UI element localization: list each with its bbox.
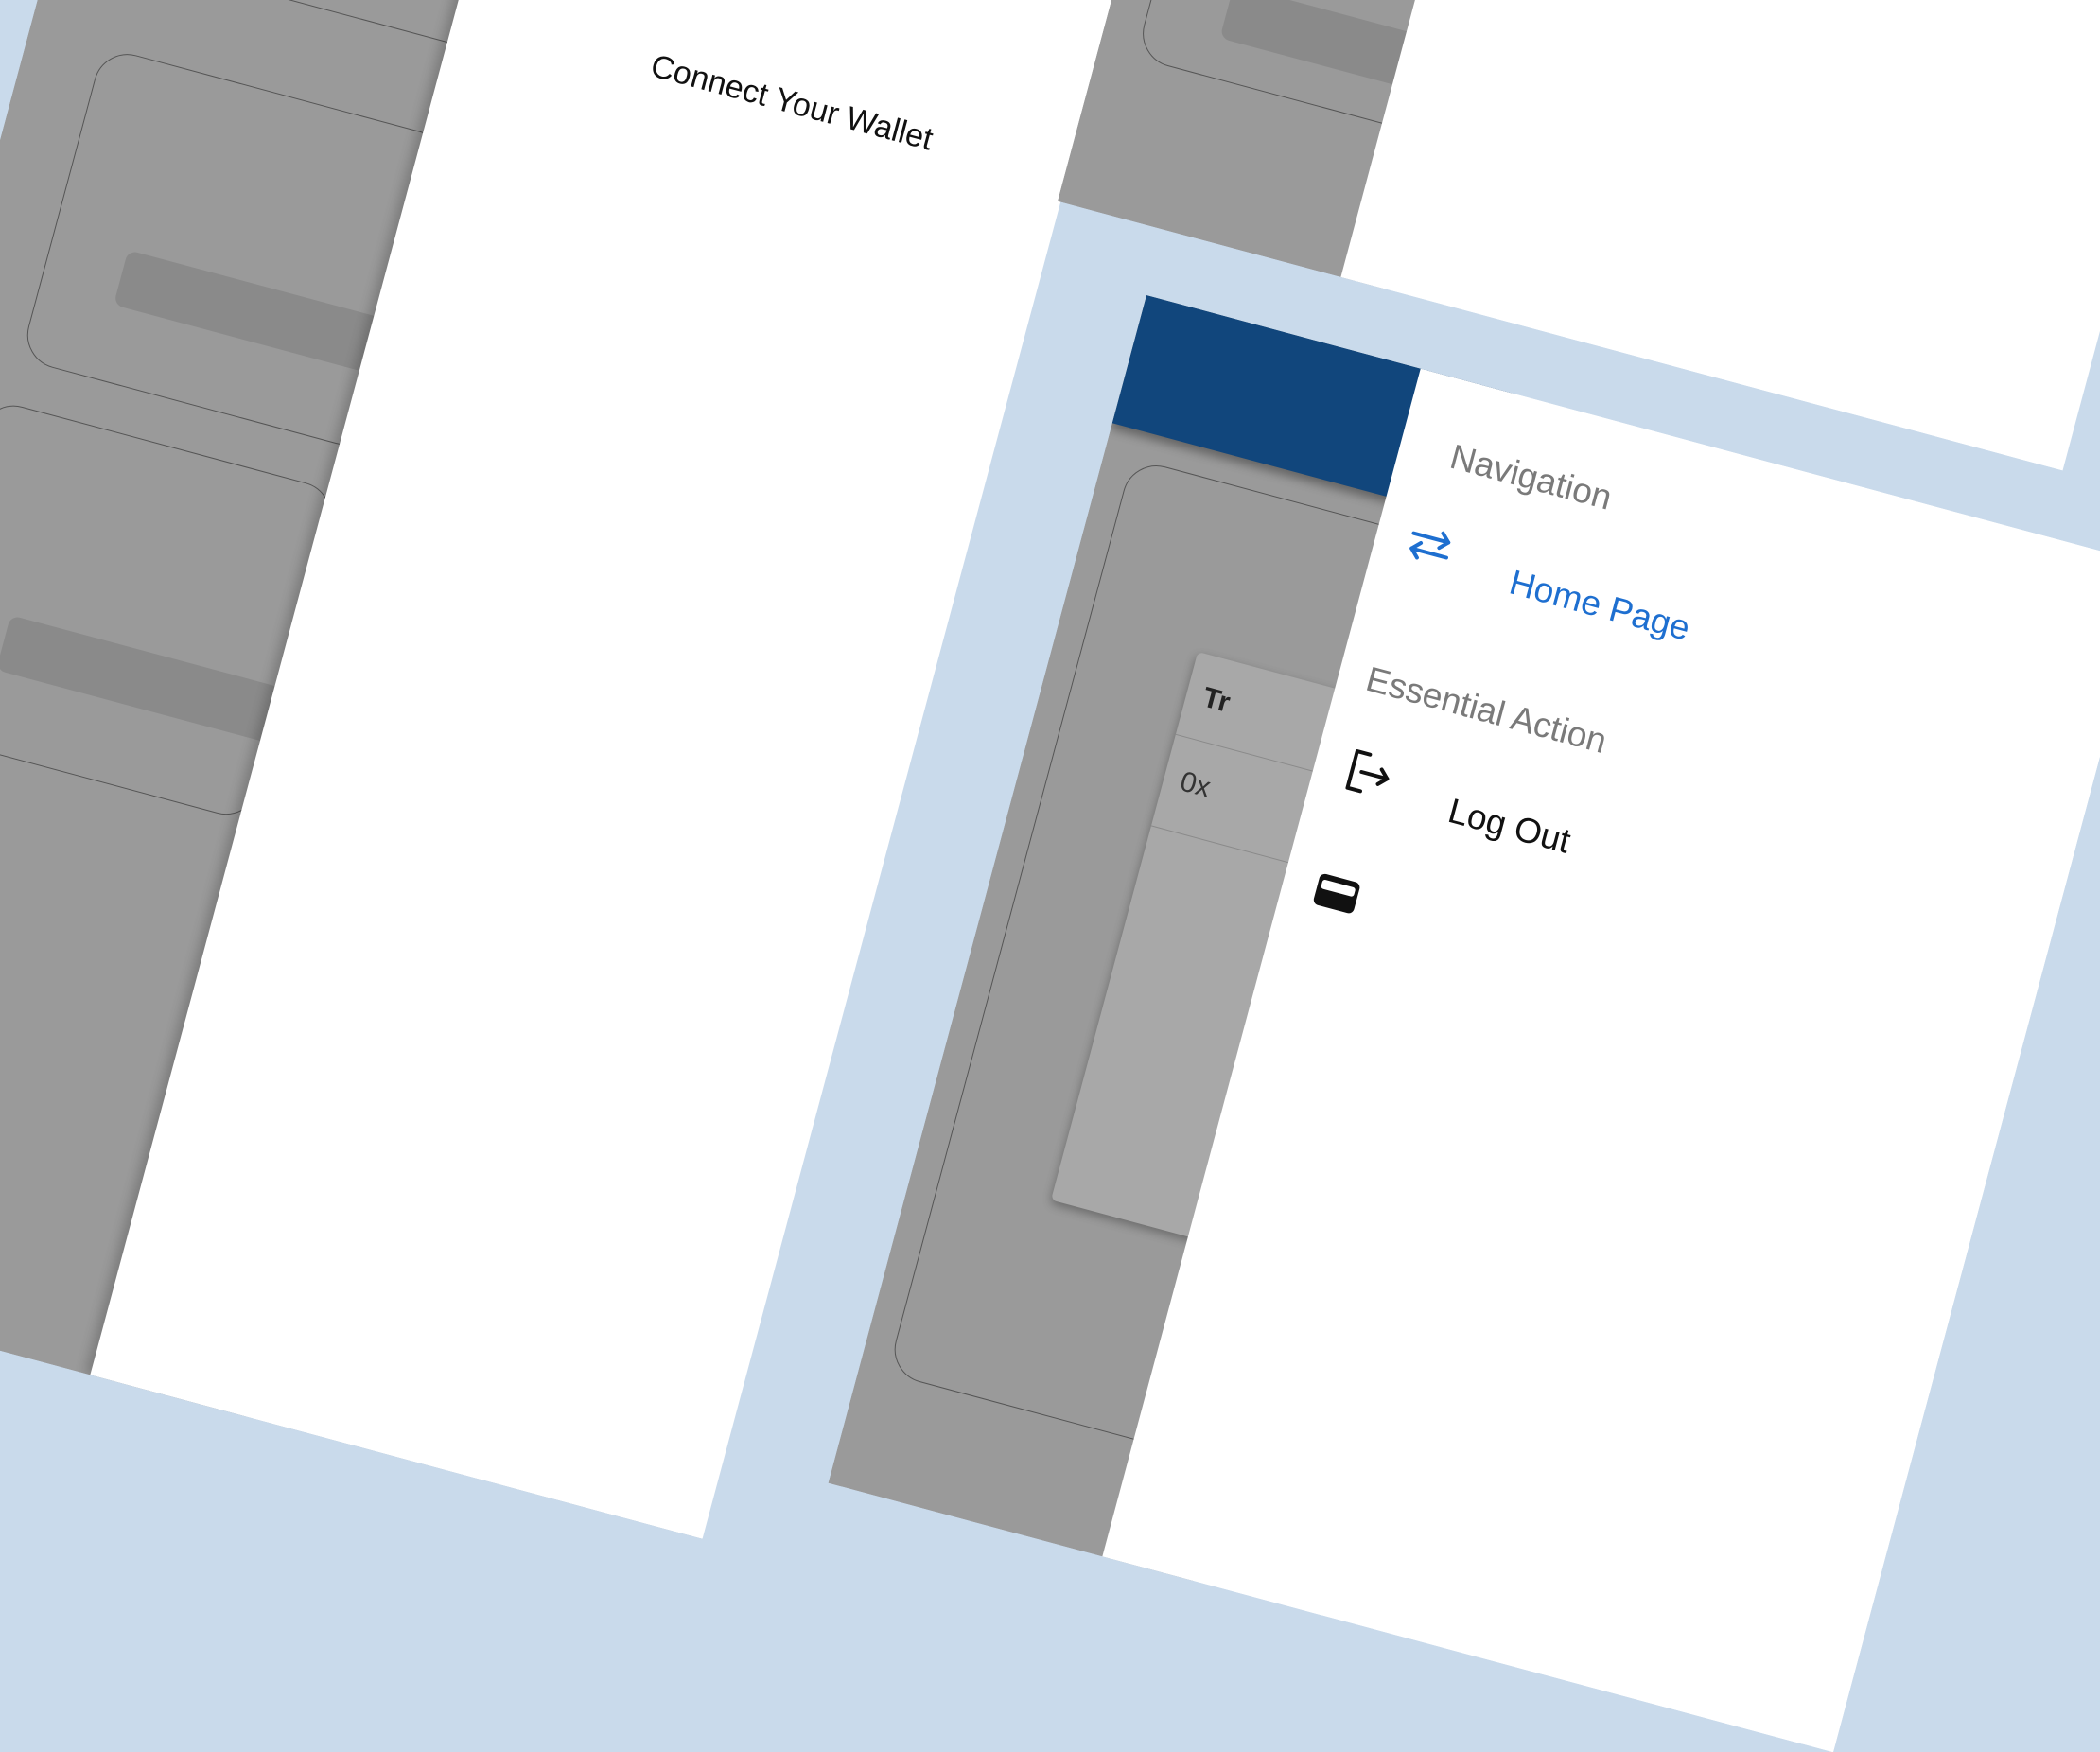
placeholder-bar [113,250,403,378]
swap-arrows-icon [1395,513,1462,586]
table-row[interactable]: 0x [1177,765,1214,804]
logout-icon [1334,742,1401,815]
nav-item-label: Log Out [1444,791,1575,861]
section-header-essential-action: Essential Action [1361,658,1611,762]
nav-item-label: Home Page [1505,562,1694,648]
table-header: Tr [1199,681,1234,719]
connect-wallet-label[interactable]: Connect Your Wallet [647,47,936,158]
navigation-screen: Tr 0x Navigation Home Page Essential Act… [828,295,2100,1752]
placeholder-bar [0,615,286,744]
section-header-navigation: Navigation [1445,436,1617,517]
wallet-icon [1303,860,1370,933]
